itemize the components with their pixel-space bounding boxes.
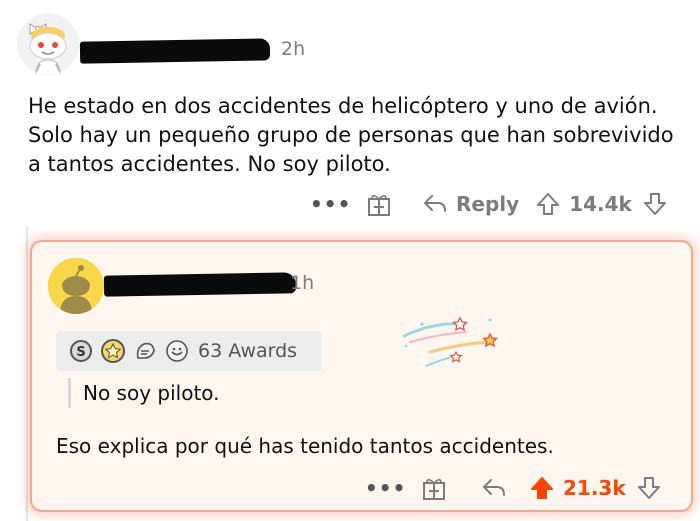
reply-timestamp: 1h [290,272,315,294]
comment-body: He estado en dos accidentes de helicópte… [28,94,674,176]
give-award-button[interactable] [421,475,447,501]
give-award-button[interactable] [366,191,392,217]
reply-label: Reply [456,192,520,216]
silver-award-icon: S [68,338,94,364]
comment-timestamp: 2h [281,38,306,60]
redacted-username [103,272,297,297]
downvote-icon [643,193,666,215]
downvote-button[interactable] [642,191,668,217]
vote-score: 14.4k [569,192,632,216]
snoo-avatar-icon [48,258,104,314]
more-options-button[interactable]: ••• [365,476,421,500]
gift-icon [423,478,445,500]
quoted-text: No soy piloto. [68,378,220,408]
vote-score: 21.3k [563,476,626,500]
upvote-icon [537,193,560,215]
downvote-button[interactable] [636,475,662,501]
reply-arrow-icon [483,479,505,496]
reply-button[interactable]: Reply [422,192,519,216]
thread-line[interactable] [26,226,28,521]
upvote-button[interactable] [535,191,561,217]
downvote-icon [637,477,660,499]
reply-button[interactable] [481,476,507,500]
comment-action-bar: ••• Reply 14.4k [310,191,668,217]
wholesome-award-icon [132,338,158,364]
snoo-avatar-icon [17,13,79,75]
sparkle-decoration [402,316,498,367]
user-avatar[interactable] [16,12,80,76]
gold-award-icon [100,338,126,364]
upvote-button[interactable] [529,475,555,501]
reply-action-bar: ••• 21.3k [365,475,662,501]
upvote-icon [531,477,553,499]
svg-text:S: S [76,345,85,360]
reply-body: Eso explica por qué has tenido tantos ac… [56,434,554,458]
reply-user-avatar[interactable] [48,258,104,314]
helpful-award-icon [164,338,190,364]
gift-icon [368,194,390,216]
redacted-username [79,38,271,64]
reply-arrow-icon [424,195,446,212]
more-options-button[interactable]: ••• [310,192,366,216]
awards-count-label: 63 Awards [198,340,298,362]
awards-bar[interactable]: S 63 Awards [56,331,322,371]
